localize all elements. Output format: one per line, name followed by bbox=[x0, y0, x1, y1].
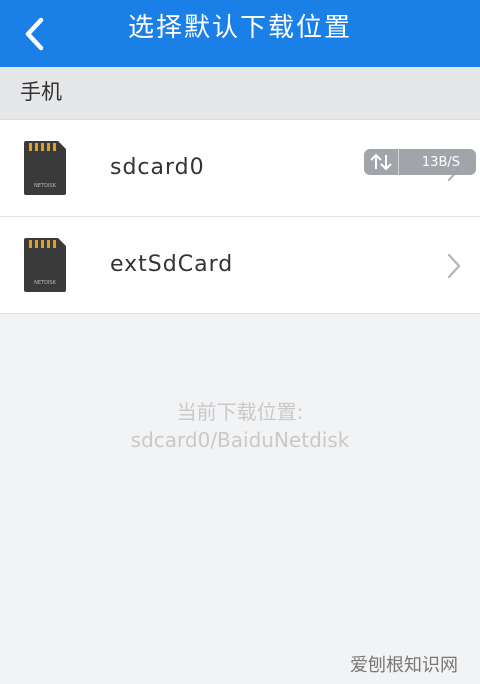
sd-card-icon: NETDISK bbox=[24, 238, 66, 292]
storage-item-label: extSdCard bbox=[110, 252, 234, 277]
current-download-location: 当前下载位置: sdcard0/BaiduNetdisk bbox=[0, 398, 480, 454]
sd-card-icon-text: NETDISK bbox=[34, 183, 56, 189]
section-title: 手机 bbox=[20, 80, 62, 104]
watermark: 爱刨根知识网 bbox=[350, 655, 458, 676]
storage-item-sdcard0[interactable]: NETDISK sdcard0 13B/S bbox=[0, 120, 480, 217]
sd-card-icon: NETDISK bbox=[24, 141, 66, 195]
page-title: 选择默认下载位置 bbox=[127, 13, 352, 43]
storage-item-label: sdcard0 bbox=[110, 155, 205, 180]
section-header-phone: 手机 bbox=[0, 67, 480, 120]
storage-item-extsdcard[interactable]: NETDISK extSdCard bbox=[0, 217, 480, 314]
transfer-arrows-icon bbox=[364, 149, 399, 175]
storage-list: NETDISK sdcard0 13B/S NETDISK extSdCard bbox=[0, 120, 480, 314]
current-location-label: 当前下载位置: bbox=[176, 400, 304, 424]
top-bar: 选择默认下载位置 bbox=[0, 0, 480, 67]
speed-value: 13B/S bbox=[421, 154, 460, 170]
sd-card-icon-text: NETDISK bbox=[34, 280, 56, 286]
speed-badge: 13B/S bbox=[364, 149, 476, 175]
chevron-right-icon bbox=[447, 253, 461, 279]
current-location-path: sdcard0/BaiduNetdisk bbox=[130, 428, 350, 452]
